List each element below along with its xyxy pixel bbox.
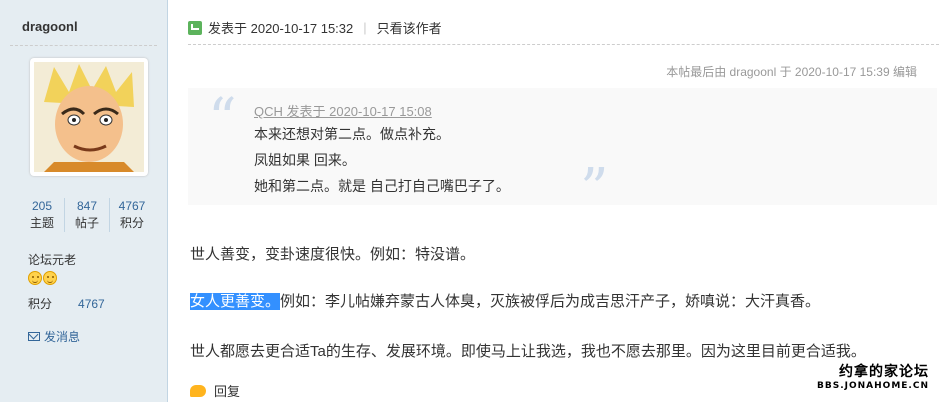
post-paragraph: 世人都愿去更合适Ta的生存、发展环境。即使马上让我选，我也不愿去那里。因为这里目… [190,343,866,360]
quote-close-icon: ” [580,157,609,222]
watermark-url: BBS.JONAHOME.CN [817,381,929,391]
quote-block: “ ” QCH 发表于 2020-10-17 15:08 本来还想对第二点。做点… [188,87,937,218]
selected-text: 女人更善变。 [190,293,281,310]
online-icon [188,20,202,35]
divider [188,44,939,45]
reply-button[interactable]: 回复 [190,381,240,400]
stat-posts[interactable]: 847 帖子 [64,198,109,232]
quote-line: 凤姐如果 回来。 [254,152,356,168]
rank-icons [28,271,57,285]
points-row: 积分 4767 [28,295,105,312]
avatar-image [34,62,144,172]
stat-points[interactable]: 4767 积分 [109,198,154,232]
post-paragraph: 世人善变，变卦速度很快。例如：特没谱。 [190,246,476,263]
user-stats: 205 主题 847 帖子 4767 积分 [20,198,154,232]
quote-header[interactable]: QCH 发表于 2020-10-17 15:08 [254,101,432,120]
post-date: 发表于 2020-10-17 15:32 [208,21,354,36]
stat-posts-value: 847 [76,199,98,213]
stat-points-value: 4767 [118,199,146,213]
send-message-label: 发消息 [44,330,81,344]
quote-open-icon: “ [208,87,237,152]
points-value[interactable]: 4767 [78,297,105,311]
watermark: 约拿的家论坛 BBS.JONAHOME.CN [817,361,929,391]
quote-line: 她和第二点。就是 自己打自己嘴巴子了。 [254,178,510,194]
post-paragraph: 女人更善变。例如：李儿帖嫌弃蒙古人体臭，灭族被俘后为成吉思汗产子，娇嗔说：大汗真… [190,290,820,311]
reply-label: 回复 [214,384,241,399]
points-label: 积分 [28,297,53,311]
quote-line: 本来还想对第二点。做点补充。 [254,126,450,142]
author-only-link[interactable]: 只看该作者 [377,18,442,37]
meta-separator: | [363,20,367,35]
user-rank[interactable]: 论坛元老 [28,251,76,268]
stat-threads[interactable]: 205 主题 [20,198,64,232]
stat-threads-label: 主题 [29,216,54,230]
smiley-icon [43,271,57,285]
watermark-title: 约拿的家论坛 [839,364,929,380]
reply-icon [190,384,206,397]
divider [10,45,157,46]
stat-threads-value: 205 [31,199,53,213]
avatar[interactable] [30,58,148,176]
post-text: 例如：李儿帖嫌弃蒙古人体臭，灭族被俘后为成吉思汗产子，娇嗔说：大汗真香。 [280,293,821,310]
smiley-icon [28,271,42,285]
envelope-icon [28,332,40,341]
send-message-button[interactable]: 发消息 [28,328,80,345]
author-sidebar: dragoonl 205 主题 847 帖子 4767 积分 论坛元老 积分 4… [0,0,168,402]
stat-posts-label: 帖子 [74,216,99,230]
stat-points-label: 积分 [119,216,144,230]
author-name[interactable]: dragoonl [22,19,78,34]
post-meta: 发表于 2020-10-17 15:32 | 只看该作者 [188,18,442,37]
last-edit-note: 本帖最后由 dragoonl 于 2020-10-17 15:39 编辑 [666,65,917,79]
